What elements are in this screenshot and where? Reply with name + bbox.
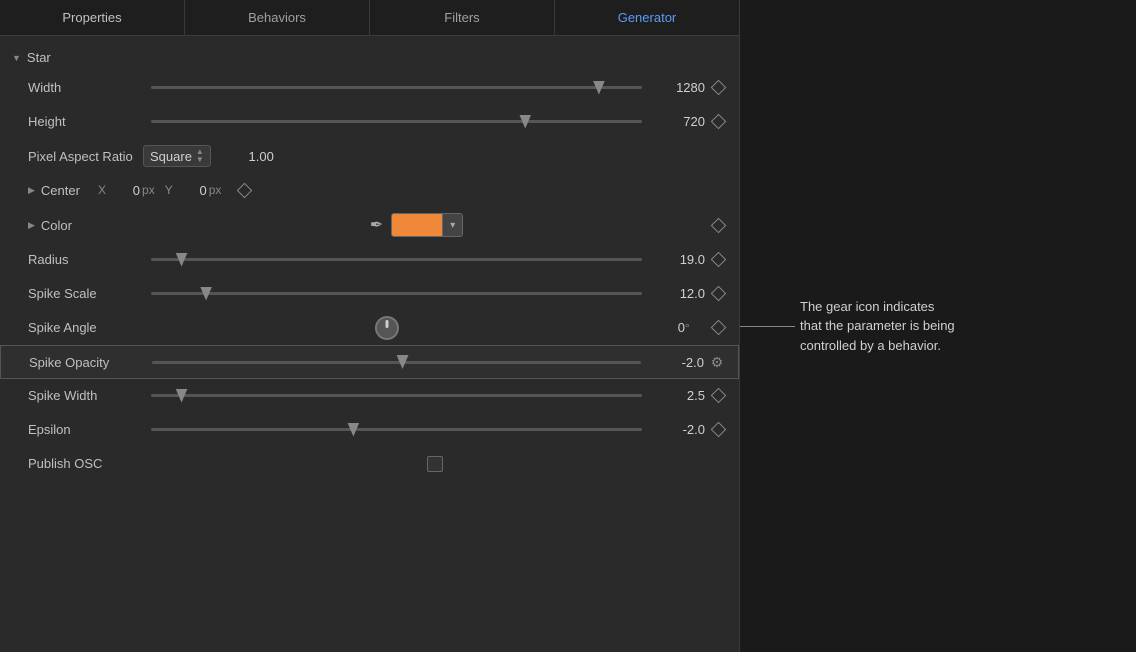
- spike-angle-label: Spike Angle: [28, 320, 143, 335]
- radius-slider[interactable]: [151, 258, 642, 261]
- color-dropdown-button[interactable]: ▾: [442, 214, 462, 236]
- epsilon-value[interactable]: -2.0: [650, 422, 705, 437]
- spike-angle-keyframe-icon[interactable]: [709, 319, 727, 337]
- properties-panel: Properties Behaviors Filters Generator ▼…: [0, 0, 740, 652]
- tab-behaviors[interactable]: Behaviors: [185, 0, 370, 35]
- center-label-container[interactable]: ▶ Center: [28, 183, 98, 198]
- spike-angle-unit: °: [685, 321, 705, 335]
- epsilon-row: Epsilon -2.0: [0, 413, 739, 447]
- color-swatch-container[interactable]: ▾: [391, 213, 463, 237]
- par-arrows-icon: ▲ ▼: [196, 148, 204, 164]
- radius-label: Radius: [28, 252, 143, 267]
- center-triangle-icon: ▶: [28, 185, 35, 196]
- height-value[interactable]: 720: [650, 114, 705, 129]
- height-slider[interactable]: [151, 120, 642, 123]
- center-x-unit: px: [142, 183, 155, 197]
- tab-properties[interactable]: Properties: [0, 0, 185, 35]
- spike-scale-slider-thumb[interactable]: [200, 287, 212, 301]
- spike-width-value[interactable]: 2.5: [650, 388, 705, 403]
- height-label: Height: [28, 114, 143, 129]
- height-row: Height 720: [0, 105, 739, 139]
- publish-osc-checkbox-area: [143, 456, 727, 472]
- tab-generator[interactable]: Generator: [555, 0, 739, 35]
- spike-opacity-slider-track[interactable]: [152, 361, 641, 364]
- epsilon-keyframe-icon[interactable]: [709, 421, 727, 439]
- center-x-label: X: [98, 183, 106, 197]
- radius-value[interactable]: 19.0: [650, 252, 705, 267]
- width-label: Width: [28, 80, 143, 95]
- color-row: ▶ Color ✒ ▾: [0, 207, 739, 243]
- section-star-label: Star: [27, 50, 51, 65]
- radius-slider-track[interactable]: [151, 258, 642, 261]
- pixel-aspect-ratio-row: Pixel Aspect Ratio Square ▲ ▼ 1.00: [0, 139, 739, 173]
- annotation-text: The gear icon indicates that the paramet…: [800, 297, 955, 356]
- spike-width-slider-track[interactable]: [151, 394, 642, 397]
- gear-icon[interactable]: ⚙: [708, 353, 726, 371]
- color-swatch[interactable]: [392, 214, 442, 236]
- annotation-area: The gear icon indicates that the paramet…: [740, 0, 1136, 652]
- spike-scale-label: Spike Scale: [28, 286, 143, 301]
- width-row: Width 1280: [0, 71, 739, 105]
- color-label-container[interactable]: ▶ Color: [28, 218, 128, 233]
- spike-width-row: Spike Width 2.5: [0, 379, 739, 413]
- par-label: Pixel Aspect Ratio: [28, 149, 143, 164]
- par-dropdown[interactable]: Square ▲ ▼: [143, 145, 211, 167]
- section-star-header[interactable]: ▼ Star: [0, 44, 739, 71]
- spike-opacity-value[interactable]: -2.0: [649, 355, 704, 370]
- width-slider-track[interactable]: [151, 86, 642, 89]
- center-label: Center: [41, 183, 80, 198]
- center-y-value[interactable]: 0: [177, 183, 207, 198]
- spike-angle-dial[interactable]: [375, 316, 399, 340]
- center-row: ▶ Center X 0 px Y 0 px: [0, 173, 739, 207]
- center-x-value[interactable]: 0: [110, 183, 140, 198]
- spike-scale-keyframe-icon[interactable]: [709, 285, 727, 303]
- color-triangle-icon: ▶: [28, 220, 35, 231]
- spike-opacity-row: Spike Opacity -2.0 ⚙: [0, 345, 739, 379]
- spike-scale-row: Spike Scale 12.0: [0, 277, 739, 311]
- epsilon-slider-track[interactable]: [151, 428, 642, 431]
- color-keyframe-icon[interactable]: [709, 216, 727, 234]
- height-keyframe-icon[interactable]: [709, 113, 727, 131]
- width-slider-thumb[interactable]: [593, 81, 605, 95]
- epsilon-slider[interactable]: [151, 428, 642, 431]
- width-value[interactable]: 1280: [650, 80, 705, 95]
- width-keyframe-icon[interactable]: [709, 79, 727, 97]
- radius-row: Radius 19.0: [0, 243, 739, 277]
- radius-keyframe-icon[interactable]: [709, 251, 727, 269]
- publish-osc-label: Publish OSC: [28, 456, 143, 471]
- spike-opacity-slider[interactable]: [152, 361, 641, 364]
- publish-osc-checkbox[interactable]: [427, 456, 443, 472]
- center-y-unit: px: [209, 183, 222, 197]
- tab-filters[interactable]: Filters: [370, 0, 555, 35]
- annotation-line: [740, 326, 795, 327]
- spike-angle-row: Spike Angle 0 °: [0, 311, 739, 345]
- epsilon-label: Epsilon: [28, 422, 143, 437]
- par-dropdown-value: Square: [150, 149, 192, 164]
- spike-scale-slider-track[interactable]: [151, 292, 642, 295]
- radius-slider-thumb[interactable]: [176, 253, 188, 267]
- tab-bar: Properties Behaviors Filters Generator: [0, 0, 739, 36]
- width-slider[interactable]: [151, 86, 642, 89]
- spike-scale-value[interactable]: 12.0: [650, 286, 705, 301]
- spike-opacity-label: Spike Opacity: [29, 355, 144, 370]
- spike-width-slider-thumb[interactable]: [176, 389, 188, 403]
- spike-width-label: Spike Width: [28, 388, 143, 403]
- publish-osc-row: Publish OSC: [0, 447, 739, 481]
- color-label: Color: [41, 218, 72, 233]
- panel-content: ▼ Star Width 1280 Height 720: [0, 36, 739, 652]
- spike-angle-value[interactable]: 0: [630, 320, 685, 335]
- epsilon-slider-thumb[interactable]: [347, 423, 359, 437]
- spike-angle-area: [151, 316, 622, 340]
- height-slider-track[interactable]: [151, 120, 642, 123]
- section-triangle-icon: ▼: [12, 53, 21, 63]
- par-value[interactable]: 1.00: [219, 149, 274, 164]
- spike-scale-slider[interactable]: [151, 292, 642, 295]
- height-slider-thumb[interactable]: [519, 115, 531, 129]
- spike-width-slider[interactable]: [151, 394, 642, 397]
- eyedropper-icon[interactable]: ✒: [370, 215, 383, 235]
- spike-opacity-slider-thumb[interactable]: [397, 355, 409, 369]
- spike-width-keyframe-icon[interactable]: [709, 387, 727, 405]
- center-y-label: Y: [165, 183, 173, 197]
- center-keyframe-icon[interactable]: [235, 181, 253, 199]
